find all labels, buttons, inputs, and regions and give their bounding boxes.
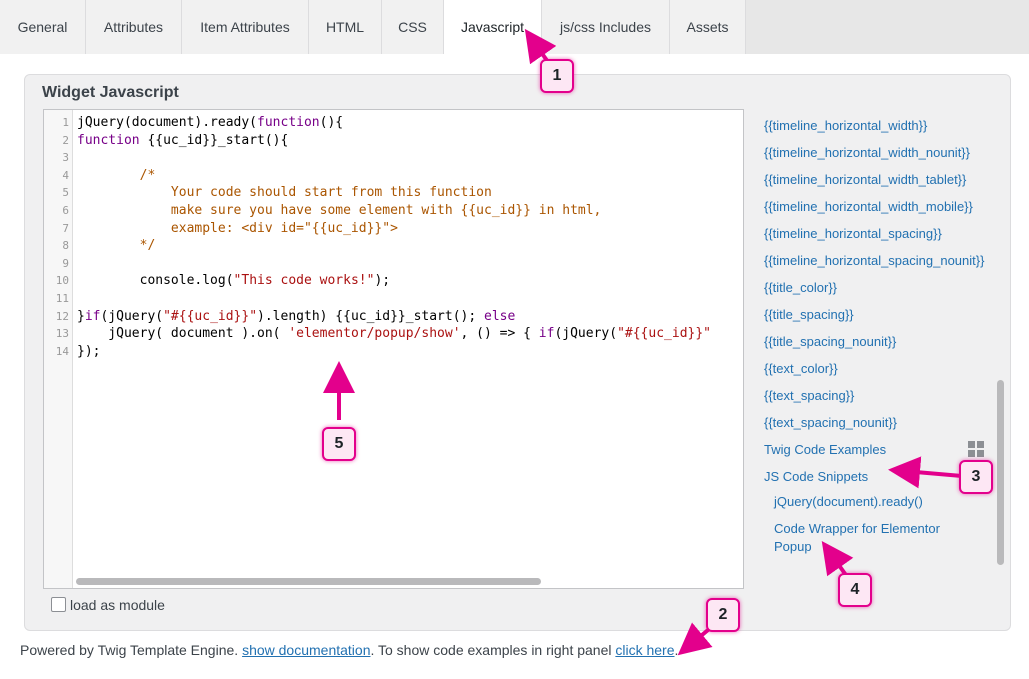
line-number: 6: [62, 204, 69, 217]
tab-html[interactable]: HTML: [309, 0, 382, 54]
placeholder-link[interactable]: {{title_spacing}}: [764, 306, 854, 323]
code-token: if: [538, 326, 555, 342]
line-number: 4: [62, 168, 69, 182]
code-token: (){: [319, 115, 344, 130]
panel-title: Widget Javascript: [42, 84, 179, 101]
tab-js-css-includes[interactable]: js/css Includes: [542, 0, 670, 54]
code-token: example: <div id="{{uc_id}}">: [77, 220, 398, 236]
code-token: (jQuery(: [554, 326, 618, 342]
code-token: */: [77, 238, 156, 254]
annotation-badge-3: 3: [959, 460, 993, 494]
placeholder-link[interactable]: {{timeline_horizontal_width_tablet}}: [764, 171, 966, 188]
line-number: 11: [55, 292, 69, 305]
editor-horizontal-scrollbar[interactable]: [76, 578, 541, 585]
line-number-gutter: 1 2 3 4 5 6 7 8 9 10 11 12 13 14: [44, 110, 73, 588]
placeholder-link[interactable]: {{timeline_horizontal_spacing_nounit}}: [764, 252, 984, 269]
code-line: function {{uc_id}}_start(){: [77, 132, 288, 150]
placeholder-link[interactable]: {{title_spacing_nounit}}: [764, 333, 896, 350]
grid-icon[interactable]: [967, 440, 985, 458]
placeholder-link[interactable]: {{text_spacing_nounit}}: [764, 414, 897, 431]
side-panel-scrollbar[interactable]: [997, 380, 1004, 565]
code-token: }: [77, 308, 85, 324]
line-number: 2: [62, 133, 69, 147]
code-token: jQuery( document ).on(: [77, 326, 289, 342]
footer-text: Powered by Twig Template Engine. show do…: [20, 642, 678, 658]
click-here-link[interactable]: click here: [615, 642, 674, 658]
footer-prefix: Powered by Twig Template Engine.: [20, 642, 243, 658]
line-number: 7: [62, 221, 69, 235]
tab-item-attributes[interactable]: Item Attributes: [182, 0, 309, 54]
code-line: example: <div id="{{uc_id}}">: [77, 220, 398, 238]
line-number: 12: [55, 309, 69, 323]
tab-bar: General Attributes Item Attributes HTML …: [0, 0, 1029, 55]
line-number: 9: [62, 256, 69, 270]
code-token: "#{{uc_id}}": [163, 308, 258, 324]
tab-css[interactable]: CSS: [382, 0, 444, 54]
code-token: function: [257, 115, 320, 130]
placeholder-link[interactable]: {{timeline_horizontal_width_nounit}}: [764, 144, 970, 161]
code-token: });: [77, 343, 101, 359]
code-token: ).length) {{uc_id}}_start();: [257, 308, 485, 324]
code-token: /*: [77, 167, 156, 183]
code-token: jQuery(document).ready(: [77, 115, 258, 130]
js-code-snippets-link[interactable]: JS Code Snippets: [764, 468, 868, 485]
code-token: "This code works!": [233, 273, 375, 289]
code-line: */: [77, 237, 156, 255]
code-line: jQuery(document).ready(function(){: [77, 114, 343, 132]
load-as-module-label[interactable]: load as module: [70, 597, 165, 613]
annotation-badge-1: 1: [540, 59, 574, 93]
placeholder-link[interactable]: {{timeline_horizontal_width_mobile}}: [764, 198, 973, 215]
annotation-badge-5: 5: [322, 427, 356, 461]
footer-middle: . To show code examples in right panel: [370, 642, 616, 658]
load-as-module-checkbox[interactable]: [51, 597, 66, 612]
code-token: (jQuery(: [100, 308, 164, 324]
tab-javascript[interactable]: Javascript: [444, 0, 542, 55]
code-line: jQuery( document ).on( 'elementor/popup/…: [77, 325, 711, 343]
code-token: "#{{uc_id}}": [617, 326, 711, 342]
code-token: console.log(: [77, 273, 234, 289]
code-token: if: [84, 308, 101, 324]
tab-general[interactable]: General: [0, 0, 86, 54]
tab-assets[interactable]: Assets: [670, 0, 746, 54]
twig-code-examples-link[interactable]: Twig Code Examples: [764, 441, 886, 458]
annotation-badge-4: 4: [838, 573, 872, 607]
line-number: 5: [62, 186, 69, 200]
js-snippet-link[interactable]: Code Wrapper for Elementor Popup: [774, 520, 974, 556]
footer-suffix: .: [674, 642, 679, 658]
line-number: 3: [62, 151, 69, 165]
code-line: console.log("This code works!");: [77, 272, 390, 290]
tab-attributes[interactable]: Attributes: [86, 0, 182, 54]
code-token: {{uc_id}}_start(){: [139, 132, 289, 148]
code-line: });: [77, 343, 100, 361]
line-number: 1: [62, 116, 69, 129]
placeholder-link[interactable]: {{text_spacing}}: [764, 387, 854, 404]
code-token: else: [484, 308, 516, 324]
show-documentation-link[interactable]: show documentation: [242, 642, 370, 658]
code-token: make sure you have some element with {{u…: [77, 203, 602, 218]
code-token: Your code should start from this functio…: [77, 185, 492, 201]
code-line: Your code should start from this functio…: [77, 184, 492, 202]
code-token: );: [374, 273, 391, 289]
placeholder-link[interactable]: {{timeline_horizontal_width}}: [764, 117, 927, 134]
placeholder-link[interactable]: {{title_color}}: [764, 279, 837, 296]
line-number: 13: [55, 327, 69, 341]
line-number: 14: [55, 344, 69, 358]
code-token: 'elementor/popup/show': [288, 326, 461, 342]
tab-bar-filler: [746, 0, 1029, 54]
code-token: , () => {: [460, 326, 539, 342]
code-token: function: [77, 132, 140, 148]
placeholder-link[interactable]: {{text_color}}: [764, 360, 838, 377]
code-examples-panel: {{timeline_horizontal_width}} {{timeline_…: [748, 109, 1008, 569]
code-editor[interactable]: 1 2 3 4 5 6 7 8 9 10 11 12 13 14 jQuery(document).rea…: [43, 109, 744, 589]
js-snippet-link[interactable]: jQuery(document).ready(): [774, 493, 974, 511]
annotation-badge-2: 2: [706, 598, 740, 632]
code-line: }if(jQuery("#{{uc_id}}").length) {{uc_id…: [77, 308, 515, 326]
code-line: /*: [77, 167, 156, 185]
line-number: 8: [62, 239, 69, 253]
placeholder-link[interactable]: {{timeline_horizontal_spacing}}: [764, 225, 942, 242]
code-line: make sure you have some element with {{u…: [77, 202, 601, 220]
line-number: 10: [55, 274, 69, 288]
